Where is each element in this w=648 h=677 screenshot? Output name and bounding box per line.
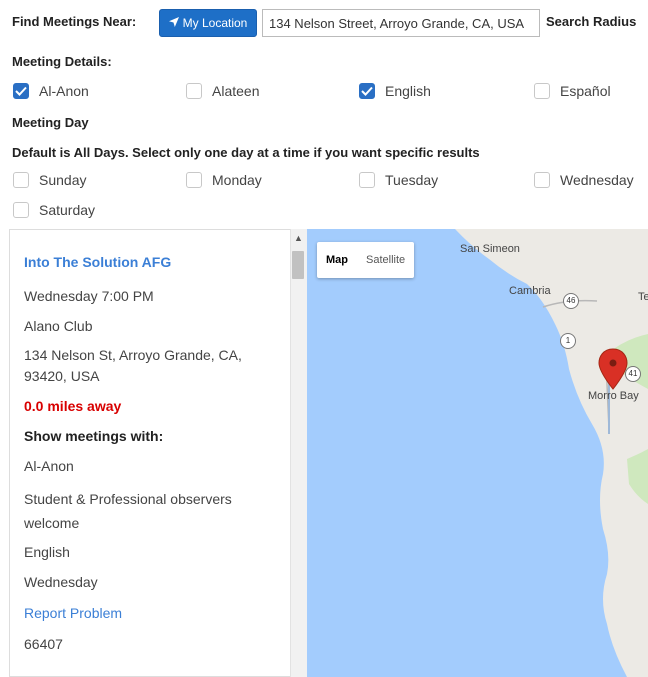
meeting-id: 66407 [24,636,63,652]
checkbox-wednesday[interactable]: Wednesday [534,172,634,188]
checkbox-box[interactable] [359,83,375,99]
checkbox-al-anon[interactable]: Al-Anon [13,83,89,99]
map-place-label: San Simeon [460,243,520,255]
tag-day: Wednesday [24,574,98,590]
checkbox-saturday[interactable]: Saturday [13,202,95,218]
find-meetings-label: Find Meetings Near: [12,14,137,29]
checkbox-label: Tuesday [385,172,439,188]
location-arrow-icon [168,16,179,30]
meeting-day-heading: Meeting Day [12,115,89,130]
checkbox-label: Sunday [39,172,87,188]
checkbox-box[interactable] [13,172,29,188]
show-meetings-heading: Show meetings with: [24,428,164,444]
map-type-control: Map Satellite [317,242,415,278]
tag-al-anon: Al-Anon [24,458,74,474]
checkbox-label: English [385,83,431,99]
scroll-up-arrow-icon[interactable]: ▲ [291,232,306,244]
meeting-details-heading: Meeting Details: [12,54,112,69]
map-place-label: Cambria [509,285,551,297]
checkbox-label: Alateen [212,83,260,99]
checkmark-icon [361,86,373,96]
meeting-venue: Alano Club [24,318,93,334]
road-shield-icon: 46 [563,293,579,309]
checkbox-label: Monday [212,172,262,188]
address-input[interactable] [262,9,540,37]
map-place-label: Morro Bay [588,390,639,402]
checkbox-label: Al-Anon [39,83,89,99]
checkbox-box[interactable] [13,202,29,218]
map-place-label: Te [638,291,648,303]
meeting-address: 134 Nelson St, Arroyo Grande, CA, 93420,… [24,347,242,384]
checkbox-tuesday[interactable]: Tuesday [359,172,438,188]
meeting-distance: 0.0 miles away [24,398,122,414]
map-canvas[interactable] [307,229,648,677]
map-type-map-button[interactable]: Map [317,242,357,278]
scroll-thumb[interactable] [292,251,304,279]
checkbox-label: Español [560,83,611,99]
checkbox-box[interactable] [13,83,29,99]
checkbox-box[interactable] [534,83,550,99]
tag-language: English [24,544,70,560]
checkbox-espanol[interactable]: Español [534,83,611,99]
checkbox-alateen[interactable]: Alateen [186,83,259,99]
tag-observers: Student & Professional observers welcome [24,491,232,531]
search-radius-label: Search Radius [546,14,637,29]
checkbox-label: Wednesday [560,172,634,188]
checkbox-box[interactable] [359,172,375,188]
checkbox-box[interactable] [534,172,550,188]
meeting-day-note: Default is All Days. Select only one day… [12,145,480,160]
road-shield-icon: 41 [625,366,641,382]
checkbox-monday[interactable]: Monday [186,172,262,188]
checkbox-box[interactable] [186,172,202,188]
map-view[interactable]: San Simeon Cambria Morro Bay Te 46 1 41 [307,229,648,677]
meeting-time: Wednesday 7:00 PM [24,288,154,304]
my-location-label: My Location [182,16,248,30]
results-scrollbar[interactable] [290,229,307,677]
report-problem-link[interactable]: Report Problem [24,603,269,624]
checkmark-icon [15,86,27,96]
meeting-title[interactable]: Into The Solution AFG [24,252,269,273]
checkbox-english[interactable]: English [359,83,431,99]
my-location-button[interactable]: My Location [159,9,257,37]
checkbox-box[interactable] [186,83,202,99]
road-shield-icon: 1 [560,333,576,349]
checkbox-sunday[interactable]: Sunday [13,172,86,188]
map-type-satellite-button[interactable]: Satellite [357,242,414,278]
checkbox-label: Saturday [39,202,96,218]
